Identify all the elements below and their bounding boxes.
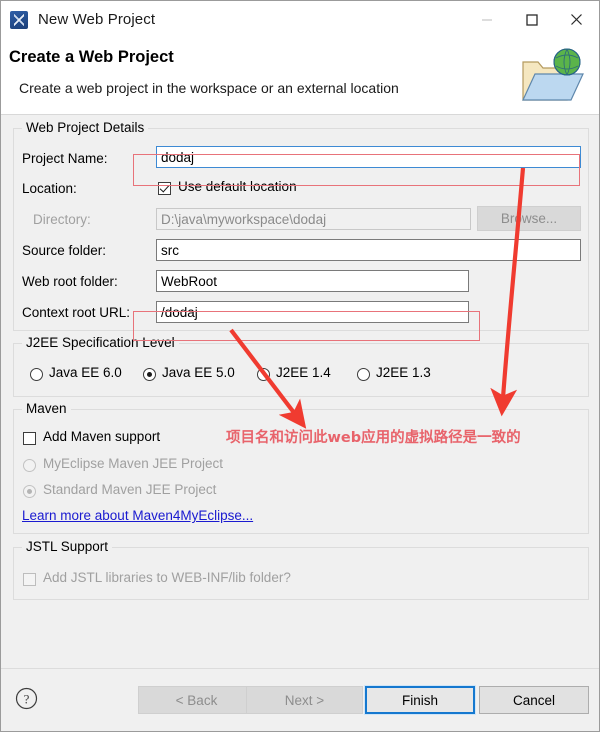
dialog-footer: ? < Back Next > Finish Cancel (1, 668, 599, 731)
use-default-location-checkbox[interactable] (158, 182, 171, 195)
context-root-url-label: Context root URL: (22, 305, 131, 320)
close-icon[interactable] (554, 1, 599, 38)
use-default-location-label[interactable]: Use default location (178, 179, 297, 194)
window-controls (464, 1, 599, 38)
svg-text:?: ? (24, 692, 30, 707)
maven4myeclipse-link[interactable]: Learn more about Maven4MyEclipse... (22, 508, 253, 523)
context-root-url-input[interactable] (156, 301, 469, 323)
group-title-web-project-details: Web Project Details (22, 120, 149, 135)
radio-myeclipse-maven-jee-project (23, 459, 36, 472)
radio-label-myeclipse-maven-jee-project: MyEclipse Maven JEE Project (43, 456, 224, 471)
radio-java-ee-60[interactable] (30, 368, 43, 381)
source-folder-label: Source folder: (22, 243, 107, 258)
help-question-icon[interactable]: ? (15, 687, 38, 710)
page-title: Create a Web Project (9, 48, 174, 66)
radio-label-j2ee-13[interactable]: J2EE 1.3 (376, 365, 431, 380)
browse-button: Browse... (477, 206, 581, 231)
radio-label-standard-maven-jee-project: Standard Maven JEE Project (43, 482, 217, 497)
radio-standard-maven-jee-project (23, 485, 36, 498)
dialog-body: Web Project Details Project Name: Locati… (1, 115, 599, 668)
finish-button[interactable]: Finish (365, 686, 475, 714)
window-title: New Web Project (38, 11, 156, 28)
radio-j2ee-14[interactable] (257, 368, 270, 381)
source-folder-input[interactable] (156, 239, 581, 261)
web-root-folder-input[interactable] (156, 270, 469, 292)
radio-label-java-ee-60[interactable]: Java EE 6.0 (49, 365, 122, 380)
add-jstl-libraries-checkbox (23, 573, 36, 586)
add-maven-support-checkbox[interactable] (23, 432, 36, 445)
location-label: Location: (22, 181, 77, 196)
title-bar: New Web Project (1, 1, 599, 38)
new-web-project-dialog: New Web Project Create a Web Project Cre… (0, 0, 600, 732)
project-name-label: Project Name: (22, 151, 108, 166)
group-title-jstl: JSTL Support (22, 539, 113, 554)
page-description: Create a web project in the workspace or… (19, 80, 399, 96)
dialog-header: Create a Web Project Create a web projec… (1, 38, 599, 115)
radio-java-ee-50[interactable] (143, 368, 156, 381)
radio-label-j2ee-14[interactable]: J2EE 1.4 (276, 365, 331, 380)
maximize-icon[interactable] (509, 1, 554, 38)
cancel-button[interactable]: Cancel (479, 686, 589, 714)
radio-label-java-ee-50[interactable]: Java EE 5.0 (162, 365, 235, 380)
group-title-j2ee: J2EE Specification Level (22, 335, 179, 350)
directory-label: Directory: (33, 212, 91, 227)
directory-input (156, 208, 471, 230)
minimize-icon[interactable] (464, 1, 509, 38)
project-name-input[interactable] (156, 146, 581, 168)
radio-j2ee-13[interactable] (357, 368, 370, 381)
myeclipse-icon (10, 10, 28, 29)
back-button: < Back (138, 686, 255, 714)
add-maven-support-label[interactable]: Add Maven support (43, 429, 160, 444)
web-root-folder-label: Web root folder: (22, 274, 118, 289)
web-project-folder-globe-icon (517, 42, 589, 108)
next-button: Next > (246, 686, 363, 714)
group-title-maven: Maven (22, 401, 71, 416)
add-jstl-libraries-label: Add JSTL libraries to WEB-INF/lib folder… (43, 570, 291, 585)
